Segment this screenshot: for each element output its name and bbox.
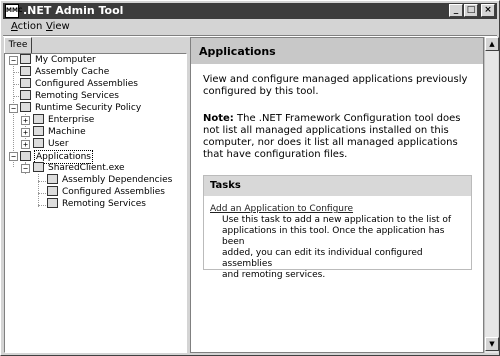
expand-toggle[interactable]: + [21,116,30,125]
collapse-toggle[interactable]: − [9,56,18,65]
applications-icon [20,151,31,161]
menu-view-label: iew [52,21,70,32]
collapse-toggle[interactable]: − [9,104,18,113]
tree-item-label: Runtime Security Policy [35,103,142,113]
tree-item-user[interactable]: User [33,138,70,150]
machine-icon [33,126,44,136]
content-header: Applications [191,38,483,64]
scroll-up-button[interactable]: ▲ [485,37,499,51]
tree-connector [38,205,46,206]
task-description-line: applications in this tool. Once the appl… [222,226,445,247]
vertical-scrollbar[interactable]: ▲ ▼ [484,37,499,353]
minimize-button[interactable]: _ [449,4,463,17]
tree-item-assembly-dependencies[interactable]: Assembly Dependencies [47,174,173,186]
note-line: that have configuration files. [203,149,348,160]
menu-action-mnemonic: A [11,21,18,32]
task-description-line: and remoting services. [222,270,326,280]
task-description-line: added, you can edit its individual confi… [222,248,423,269]
tree-item-label: Configured Assemblies [62,187,165,197]
menu-action[interactable]: Action [11,21,42,32]
tree-item-app-configured-assemblies[interactable]: Configured Assemblies [47,186,166,198]
assembly-cache-icon [20,66,31,76]
tree-item-label: My Computer [35,55,96,65]
tab-tree[interactable]: Tree [4,37,32,53]
mmc-icon[interactable]: MMC [5,4,22,18]
tree-item-app-remoting-services[interactable]: Remoting Services [47,198,147,210]
tree-item-label: User [48,139,69,149]
maximize-button[interactable]: □ [464,4,478,17]
computer-icon [20,54,31,64]
remoting-services-icon [47,198,58,208]
close-button[interactable]: × [481,4,495,17]
tree-item-applications[interactable]: Applications [20,150,93,164]
intro-text: View and configure managed applications … [203,74,475,98]
tree-pane[interactable]: − My Computer Assembly Cache Configured … [4,53,187,353]
user-icon [33,138,44,148]
window-title: .NET Admin Tool [23,4,124,17]
tasks-title: Tasks [210,180,241,191]
tree-connector [38,181,46,182]
tree-connector [38,174,39,207]
expand-toggle[interactable]: + [21,140,30,149]
assembly-dependencies-icon [47,174,58,184]
note-line: The .NET Framework Configuration tool do… [233,113,461,124]
intro-line: configured by this tool. [203,86,319,97]
menu-view[interactable]: View [46,21,70,32]
tree-item-configured-assemblies[interactable]: Configured Assemblies [20,78,139,90]
expand-toggle[interactable]: + [21,128,30,137]
tree-item-label: Remoting Services [62,199,146,209]
menu-bar: Action View [3,20,497,35]
tree-item-label: Remoting Services [35,91,119,101]
tree-item-assembly-cache[interactable]: Assembly Cache [20,66,110,78]
note-label: Note: [203,113,234,124]
tasks-header: Tasks [204,176,471,196]
enterprise-icon [33,114,44,124]
remoting-services-icon [20,90,31,100]
tree-item-label: Configured Assemblies [35,79,138,89]
tree-item-label: Assembly Cache [35,67,110,77]
tasks-panel: Tasks Add an Application to Configure Us… [203,175,472,280]
tree-item-machine[interactable]: Machine [33,126,87,138]
tree-item-label: Assembly Dependencies [62,175,173,185]
tree-item-label: SharedClient.exe [48,163,125,173]
tree-item-my-computer[interactable]: My Computer [20,54,97,66]
tree-item-runtime-security-policy[interactable]: Runtime Security Policy [20,102,142,114]
page-title: Applications [199,45,276,58]
configured-assemblies-icon [20,78,31,88]
collapse-toggle[interactable]: − [21,164,30,173]
tree-item-label: Machine [48,127,86,137]
tree-item-sharedclient[interactable]: SharedClient.exe [33,162,126,174]
add-application-link[interactable]: Add an Application to Configure [210,204,353,214]
note-line: computer, nor does it list all managed a… [203,137,458,148]
task-description: Use this task to add a new application t… [222,215,465,281]
tree-connector [38,193,46,194]
collapse-toggle[interactable]: − [9,152,18,161]
title-bar[interactable]: MMC .NET Admin Tool _ □ × [3,3,497,19]
menu-action-label: ction [17,21,43,32]
scroll-down-button[interactable]: ▼ [485,337,499,351]
task-description-line: Use this task to add a new application t… [222,215,452,225]
tree-item-remoting-services[interactable]: Remoting Services [20,90,120,102]
security-policy-icon [20,102,31,112]
tree-item-label: Enterprise [48,115,95,125]
content-pane: Applications View and configure managed … [190,37,484,353]
note-line: not list all managed applications instal… [203,125,449,136]
application-icon [33,162,44,172]
note-text: Note: The .NET Framework Configuration t… [203,113,475,161]
intro-line: View and configure managed applications … [203,74,468,85]
configured-assemblies-icon [47,186,58,196]
tree-item-enterprise[interactable]: Enterprise [33,114,95,126]
menu-view-mnemonic: V [46,21,53,32]
admin-tool-window: MMC .NET Admin Tool _ □ × Action View Tr… [0,0,500,356]
